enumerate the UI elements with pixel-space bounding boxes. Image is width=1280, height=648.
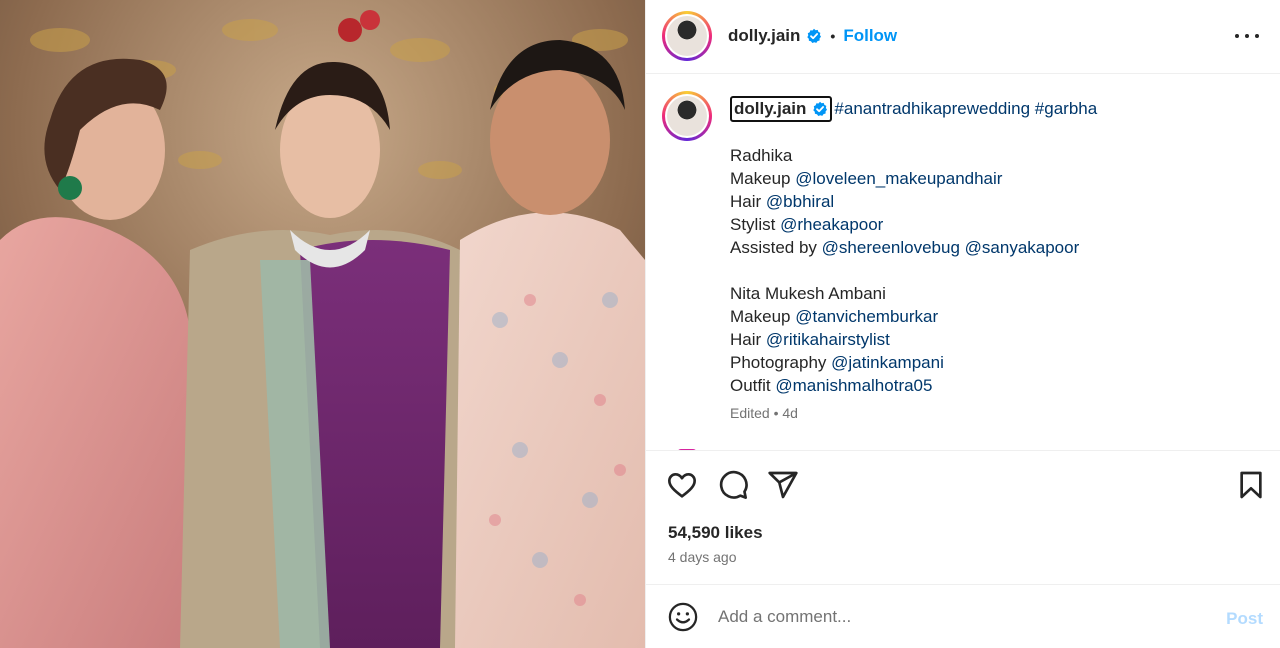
caption-line: Outfit @manishmalhotra05 xyxy=(730,374,1079,397)
credit-label: Hair xyxy=(730,330,762,349)
caption-hashtags[interactable]: #anantradhikaprewedding #garbha xyxy=(834,99,1097,119)
credit-label: Makeup xyxy=(730,169,791,188)
edited-status: Edited • 4d xyxy=(730,405,798,421)
post-actions: 54,590 likes 4 days ago xyxy=(646,450,1280,584)
verified-badge-icon xyxy=(807,28,822,43)
avatar-image xyxy=(667,16,707,56)
caption-area: dolly.jain #anantradhikaprewedding #garb… xyxy=(646,74,1280,450)
credit-label: Stylist xyxy=(730,215,776,234)
heart-icon[interactable] xyxy=(666,469,698,501)
emoji-icon[interactable] xyxy=(668,602,698,632)
caption-username: dolly.jain xyxy=(734,99,807,118)
credit-label: Assisted by xyxy=(730,238,817,257)
mention-link[interactable]: @manishmalhotra05 xyxy=(775,376,932,395)
mention-link[interactable]: @loveleen_makeupandhair xyxy=(795,169,1002,188)
mention-link[interactable]: @rheakapoor xyxy=(780,215,883,234)
share-icon[interactable] xyxy=(767,469,799,501)
post-time[interactable]: 4 days ago xyxy=(668,549,737,565)
edited-time: 4d xyxy=(782,405,798,421)
caption-avatar[interactable] xyxy=(662,91,712,141)
post-comment-button[interactable]: Post xyxy=(1226,609,1263,629)
likes-count[interactable]: 54,590 likes xyxy=(668,523,763,543)
comment-input[interactable] xyxy=(718,604,1188,630)
bookmark-icon[interactable] xyxy=(1235,469,1267,501)
caption-line: Hair @ritikahairstylist xyxy=(730,328,1079,351)
caption-body: Radhika Makeup @loveleen_makeupandhair H… xyxy=(730,144,1079,397)
author-row: dolly.jain • Follow xyxy=(728,26,897,46)
author-username[interactable]: dolly.jain xyxy=(728,26,800,46)
caption-line: Stylist @rheakapoor xyxy=(730,213,1079,236)
caption-header: dolly.jain #anantradhikaprewedding #garb… xyxy=(730,96,1097,122)
separator-dot: • xyxy=(830,28,836,44)
caption-line: Makeup @loveleen_makeupandhair xyxy=(730,167,1079,190)
caption-line: Radhika xyxy=(730,144,1079,167)
post-image[interactable] xyxy=(0,0,645,648)
caption-line: Makeup @tanvichemburkar xyxy=(730,305,1079,328)
caption-line: Assisted by @shereenlovebug @sanyakapoor xyxy=(730,236,1079,259)
post-header: dolly.jain • Follow xyxy=(646,0,1280,74)
credit-name: Radhika xyxy=(730,146,793,165)
credit-label: Photography xyxy=(730,353,827,372)
author-avatar[interactable] xyxy=(662,11,712,61)
credit-name: Nita Mukesh Ambani xyxy=(730,284,886,303)
post-photo-illustration xyxy=(0,0,645,648)
comment-box: Post xyxy=(646,584,1280,648)
mention-link[interactable]: @sanyakapoor xyxy=(965,238,1080,257)
caption-line: Hair @bbhiral xyxy=(730,190,1079,213)
verified-badge-icon xyxy=(813,101,828,116)
credit-label: Outfit xyxy=(730,376,771,395)
caption-line: Nita Mukesh Ambani xyxy=(730,282,1079,305)
edited-label: Edited xyxy=(730,405,770,421)
mention-link[interactable]: @tanvichemburkar xyxy=(795,307,938,326)
mention-link[interactable]: @bbhiral xyxy=(766,192,834,211)
caption-line: Photography @jatinkampani xyxy=(730,351,1079,374)
edited-separator: • xyxy=(773,405,779,421)
credit-label: Makeup xyxy=(730,307,791,326)
mention-link[interactable]: @shereenlovebug xyxy=(822,238,960,257)
more-options-icon[interactable] xyxy=(1235,24,1259,48)
avatar-image xyxy=(667,96,707,136)
credit-label: Hair xyxy=(730,192,762,211)
mention-link[interactable]: @jatinkampani xyxy=(831,353,944,372)
comment-icon[interactable] xyxy=(717,469,749,501)
follow-button[interactable]: Follow xyxy=(843,26,897,46)
caption-username-link[interactable]: dolly.jain xyxy=(730,96,833,122)
post-detail-panel: dolly.jain • Follow dolly.jain #anantrad… xyxy=(645,0,1280,648)
mention-link[interactable]: @ritikahairstylist xyxy=(766,330,890,349)
